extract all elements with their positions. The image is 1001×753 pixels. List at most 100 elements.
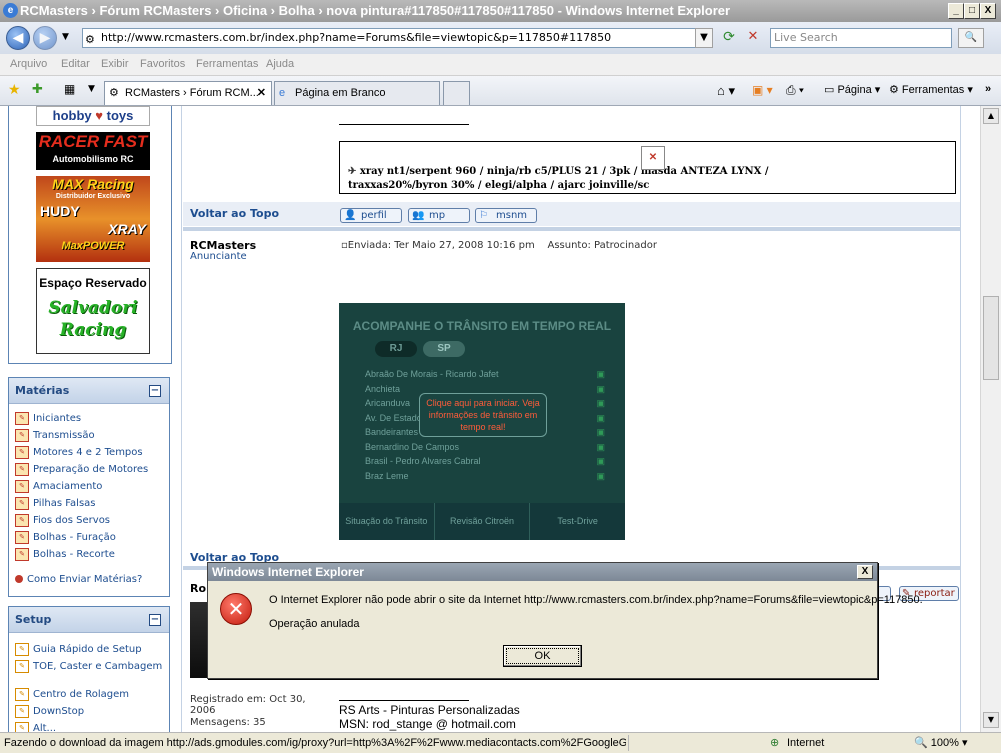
list-item[interactable]: Bernardino De Campos ▣ (365, 440, 605, 455)
menu-ferramentas[interactable]: Ferramentas (196, 58, 258, 70)
post-author[interactable]: Ro (190, 582, 206, 595)
document-icon: ✎ (15, 705, 29, 718)
how-to-submit-link[interactable]: Como Enviar Matérias? (9, 571, 169, 588)
page-menu[interactable]: ▭ Página ▾ (824, 83, 880, 96)
collapse-setup-button[interactable]: − (149, 614, 161, 626)
scroll-down-icon[interactable]: ▼ (983, 712, 999, 728)
traffic-ad-banner[interactable]: ACOMPANHE O TRÂNSITO EM TEMPO REAL RJ SP… (339, 303, 625, 540)
scroll-thumb[interactable] (983, 296, 999, 380)
bullet-icon (15, 575, 23, 583)
list-item[interactable]: ✎ Bolhas - Furação (9, 529, 169, 546)
pm-button[interactable]: 👥 mp (408, 208, 470, 223)
list-item[interactable]: ✎ Fios dos Servos (9, 512, 169, 529)
tools-menu[interactable]: ⚙ Ferramentas ▾ (889, 83, 973, 96)
document-icon: ✎ (15, 412, 29, 425)
new-tab-button[interactable] (443, 81, 470, 105)
vertical-scrollbar[interactable]: ▲ ▼ (980, 106, 1001, 732)
list-item[interactable]: Brasil - Pedro Alvares Cabral ▣ (365, 454, 605, 469)
search-input[interactable]: Live Search (770, 28, 952, 48)
stop-icon[interactable]: ✕ (744, 28, 762, 48)
banner-text: HUDY (40, 203, 80, 219)
ad-footer-tab[interactable]: Test-Drive (530, 503, 625, 540)
list-item[interactable]: ✎ Amaciamento (9, 478, 169, 495)
list-item[interactable]: Braz Leme ▣ (365, 469, 605, 484)
msn-button[interactable]: ⚐ msnm (475, 208, 537, 223)
menu-favoritos[interactable]: Favoritos (140, 58, 185, 70)
back-to-top-link[interactable]: Voltar ao Topo (190, 207, 279, 220)
signature-line: MSN: rod_stange @ hotmail.com (339, 717, 516, 731)
ad-footer-tab[interactable]: Situação do Trânsito (339, 503, 435, 540)
menu-ajuda[interactable]: Ajuda (266, 58, 294, 70)
tab-rcmasters[interactable]: ⚙ RCMasters › Fórum RCM... ✕ (104, 81, 272, 105)
max-racing-banner[interactable]: MAX Racing Distribuidor Exclusivo HUDY X… (36, 176, 150, 262)
add-favorite-icon[interactable]: ✚ (32, 82, 43, 97)
ok-button[interactable]: OK (503, 645, 582, 667)
dialog-close-button[interactable]: X (857, 565, 873, 579)
list-item[interactable]: ✎ Centro de Rolagem (9, 686, 169, 703)
address-bar[interactable]: ⚙ http://www.rcmasters.com.br/index.php?… (82, 28, 710, 48)
document-icon: ✎ (15, 548, 29, 561)
refresh-icon[interactable]: ⟳ (720, 28, 738, 48)
tab-label: Página em Branco (295, 87, 386, 99)
search-button-icon[interactable]: 🔍 (958, 28, 984, 48)
list-item[interactable]: ✎ Motores 4 e 2 Tempos (9, 444, 169, 461)
list-item[interactable]: ✎ Pilhas Falsas (9, 495, 169, 512)
list-item[interactable]: ✎ Guia Rápido de Setup (9, 641, 169, 658)
ad-tab-rj[interactable]: RJ (375, 341, 417, 357)
document-icon: ✎ (15, 722, 29, 732)
setup-list: ✎ Guia Rápido de Setup ✎ TOE, Caster e Cam… (9, 633, 169, 732)
list-item[interactable]: ✎ TOE, Caster e Cambagem (9, 658, 169, 686)
signature-line: RS Arts - Pinturas Personalizadas (339, 703, 520, 717)
document-icon: ✎ (15, 480, 29, 493)
ad-tooltip[interactable]: Clique aqui para iniciar. Veja informaçõ… (419, 393, 547, 437)
profile-button[interactable]: 👤 perfil (340, 208, 402, 223)
list-item[interactable]: ✎ DownStop (9, 703, 169, 720)
close-window-button[interactable]: X (980, 3, 996, 19)
favorites-star-icon[interactable]: ★ (8, 82, 21, 98)
racer-fast-banner[interactable]: RACER FAST Automobilismo RC (36, 132, 150, 170)
materias-header: Matérias − (9, 378, 169, 404)
document-icon: ✎ (15, 514, 29, 527)
list-item[interactable]: Abraão De Morais - Ricardo Jafet ▣ (365, 367, 605, 382)
tab-blank-page[interactable]: e Página em Branco (274, 81, 440, 105)
close-tab-icon[interactable]: ✕ (257, 82, 266, 104)
ad-tab-sp[interactable]: SP (423, 341, 465, 357)
post-meta: ▫Enviada: Ter Maio 27, 2008 10:16 pm Ass… (341, 240, 657, 251)
back-button[interactable]: ◀ (6, 26, 30, 50)
window-title-bar: e RCMasters › Fórum RCMasters › Oficina … (0, 0, 1001, 22)
print-icon[interactable]: ⎙ ▾ (786, 83, 804, 98)
list-item[interactable]: ✎ Preparação de Motores (9, 461, 169, 478)
list-item[interactable]: ✎ Bolhas - Recorte (9, 546, 169, 563)
menu-exibir[interactable]: Exibir (101, 58, 129, 70)
tab-list-dropdown-icon[interactable]: ▼ (88, 84, 95, 94)
materias-box: Matérias − ✎ Iniciantes ✎ Transmissão ✎ Mot… (8, 377, 170, 597)
hobby-toys-banner[interactable]: hobby ♥ toys (36, 106, 150, 126)
history-dropdown-icon[interactable]: ▼ (62, 32, 69, 42)
collapse-materias-button[interactable]: − (149, 385, 161, 397)
quick-tabs-icon[interactable]: ▦ (64, 82, 75, 96)
zoom-control[interactable]: 🔍 100% ▾ (914, 733, 967, 753)
forward-button[interactable]: ▶ (33, 26, 57, 50)
list-item[interactable]: ✎ Transmissão (9, 427, 169, 444)
post-icon: ▫ (341, 240, 348, 251)
reserved-space-banner[interactable]: Espaço Reservado Salvadori Racing (36, 268, 150, 354)
home-icon[interactable]: ⌂ ▾ (717, 83, 735, 99)
maximize-button[interactable]: □ (964, 3, 980, 19)
banner-text: Espaço Reservado (39, 276, 147, 290)
list-item[interactable]: ✎ Alt... (9, 720, 169, 732)
ad-headline: ACOMPANHE O TRÂNSITO EM TEMPO REAL (352, 319, 612, 333)
address-toolbar: ◀ ▶ ▼ ⚙ http://www.rcmasters.com.br/inde… (0, 22, 1001, 54)
document-icon: ✎ (15, 643, 29, 656)
toolbar-overflow-icon[interactable]: » (985, 83, 991, 95)
ad-footer-tab[interactable]: Revisão Citroën (435, 503, 531, 540)
address-url: http://www.rcmasters.com.br/index.php?na… (101, 31, 612, 44)
minimize-button[interactable]: _ (948, 3, 964, 19)
post-actions-row (183, 202, 960, 226)
menu-editar[interactable]: Editar (61, 58, 90, 70)
feeds-icon[interactable]: ▣ ▾ (752, 83, 773, 97)
address-dropdown-icon[interactable]: ▼ (695, 28, 713, 48)
banner-text: Salvadori (48, 298, 138, 318)
scroll-up-icon[interactable]: ▲ (983, 108, 999, 124)
menu-arquivo[interactable]: Arquivo (10, 58, 47, 70)
list-item[interactable]: ✎ Iniciantes (9, 410, 169, 427)
